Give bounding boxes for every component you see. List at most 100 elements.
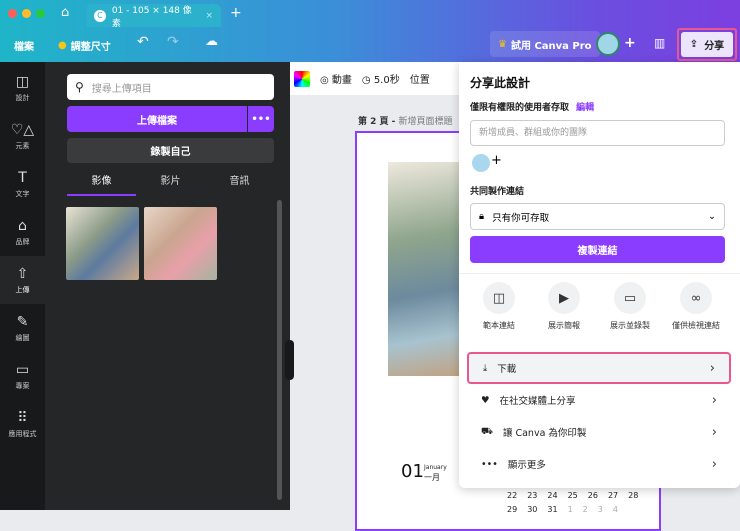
tab-title: 01 - 105 × 148 像素 [111,5,192,29]
download-row[interactable]: ⤓ 下載 › [467,352,731,384]
file-menu[interactable]: 檔案 [14,38,34,53]
heart-icon: ♥ [481,394,490,406]
animate-button[interactable]: ◎ 動畫 [320,71,352,86]
collapse-panel-handle[interactable] [285,340,294,380]
context-toolbar: ◎ 動畫 ◷ 5.0秒 位置 [290,62,460,95]
rail-item-brand[interactable]: ⌂ 品牌 [0,208,45,256]
day: 22 [507,491,518,500]
show-more-row[interactable]: ••• 顯示更多 › [467,448,731,480]
share-button[interactable]: ⇪ 分享 [677,28,737,61]
upload-icon: ⇧ [16,265,29,282]
rail-item-elements[interactable]: ♡△ 元素 [0,112,45,160]
access-text: 僅限有權限的使用者存取 [470,103,570,113]
rail-label: 文字 [15,189,30,198]
tab-audio[interactable]: 音訊 [205,172,274,196]
undo-icon[interactable]: ↶ [137,34,149,50]
owner-avatar [472,154,490,172]
close-tab-icon[interactable]: × [205,11,213,21]
tab-document[interactable]: C 01 - 105 × 148 像素 × [86,4,221,29]
search-placeholder: 搜尋上傳項目 [91,83,152,95]
row-label: 下載 [497,364,517,375]
uploaded-image[interactable] [66,207,139,280]
uploaded-image[interactable] [144,207,217,280]
search-input[interactable]: ⚲ 搜尋上傳項目 [67,74,274,100]
rail-item-design[interactable]: ◫ 設計 [0,64,45,112]
record-yourself-button[interactable]: 錄製自己 [67,138,274,163]
rail-label: 專案 [15,381,30,390]
access-label: 僅限有權限的使用者存取 編輯 [470,100,594,113]
day: 28 [628,491,639,500]
close-window-button[interactable] [8,9,17,18]
insights-icon[interactable]: ▥ [654,36,665,50]
cloud-save-icon[interactable]: ☁ [205,34,218,49]
rail-item-projects[interactable]: ▭ 專案 [0,352,45,400]
avatar[interactable] [596,32,620,56]
rail-item-text[interactable]: T 文字 [0,160,45,208]
quick-label: 僅供檢視連結 [672,321,720,330]
divider [459,273,740,274]
row-label: 顯示更多 [507,460,546,471]
chevron-right-icon: › [711,424,717,440]
try-pro-button[interactable]: ♛ 試用 Canva Pro [490,31,600,57]
month-zh: 一月 [424,473,440,482]
day: 26 [587,491,598,500]
quick-label: 展示並錄製 [610,321,650,330]
edit-access-link[interactable]: 編輯 [576,103,594,113]
resize-label: 調整尺寸 [70,42,111,53]
access-dropdown[interactable]: 🔒︎ 只有你可存取 ⌄ [470,203,725,230]
scrollbar[interactable] [277,200,282,500]
view-only-link-button[interactable]: ∞ 僅供檢視連結 [664,282,728,331]
search-icon: ⚲ [75,80,84,94]
minimize-window-button[interactable] [22,9,31,18]
position-button[interactable]: 位置 [410,71,430,86]
present-record-button[interactable]: ▭ 展示並錄製 [598,282,662,331]
text-icon: T [18,169,27,186]
redo-icon[interactable]: ↷ [167,34,179,50]
crown-icon: ♛ [498,38,507,50]
print-row[interactable]: ⛟ 讓 Canva 為你印製 › [467,416,731,448]
present-button[interactable]: ▶ 展示簡報 [532,282,596,331]
quick-label: 範本連結 [483,321,515,330]
draw-icon: ✎ [16,313,29,330]
rail-item-uploads[interactable]: ⇧ 上傳 [0,256,45,304]
resize-button[interactable]: ● 調整尺寸 [58,38,111,53]
maximize-window-button[interactable] [36,9,45,18]
new-tab-button[interactable]: + [230,5,242,21]
page-title-input[interactable]: 新增頁面標題 [399,117,453,127]
duration-button[interactable]: ◷ 5.0秒 [362,71,400,86]
chevron-right-icon: › [711,392,717,408]
crown-icon: ● [58,40,67,51]
folder-icon: ▭ [15,361,30,378]
presentation-icon: ▶ [548,282,580,314]
rail-label: 設計 [15,93,30,102]
share-title: 分享此設計 [470,76,531,90]
rail-item-draw[interactable]: ✎ 繪圖 [0,304,45,352]
layout-icon: ◫ [15,73,30,90]
tab-videos[interactable]: 影片 [136,172,205,196]
invite-input[interactable]: 新增成員、群組或你的團隊 [470,120,725,146]
duration-label: 5.0秒 [373,75,400,86]
access-value: 只有你可存取 [492,212,550,224]
upload-files-button[interactable]: 上傳檔案 [67,106,247,132]
lock-icon: 🔒︎ [479,211,485,222]
color-picker-icon[interactable] [294,70,310,87]
social-share-row[interactable]: ♥ 在社交媒體上分享 › [467,384,731,416]
template-link-button[interactable]: ◫ 範本連結 [467,282,531,331]
canva-icon: C [94,9,106,22]
rail-label: 上傳 [15,285,30,294]
shapes-icon: ♡△ [10,121,35,138]
share-upload-icon: ⇪ [689,39,699,50]
tab-images[interactable]: 影像 [67,172,136,196]
rail-item-apps[interactable]: ⠿ 應用程式 [0,400,45,448]
day: 27 [607,491,619,500]
home-icon[interactable]: ⌂ [61,5,69,20]
add-collaborator-button[interactable]: + [624,35,636,51]
page-number: 第 2 頁 - [358,117,399,127]
top-bar: ⌂ C 01 - 105 × 148 像素 × + 檔案 ● 調整尺寸 ↶ ↷ ☁… [0,0,740,62]
add-person-button[interactable]: + [491,153,507,171]
upload-more-button[interactable]: ••• [248,106,274,132]
apps-icon: ⠿ [17,409,28,426]
month-number: 01 [401,461,424,482]
page-label: 第 2 頁 - 新增頁面標題 [358,114,453,127]
copy-link-button[interactable]: 複製連結 [470,236,725,263]
